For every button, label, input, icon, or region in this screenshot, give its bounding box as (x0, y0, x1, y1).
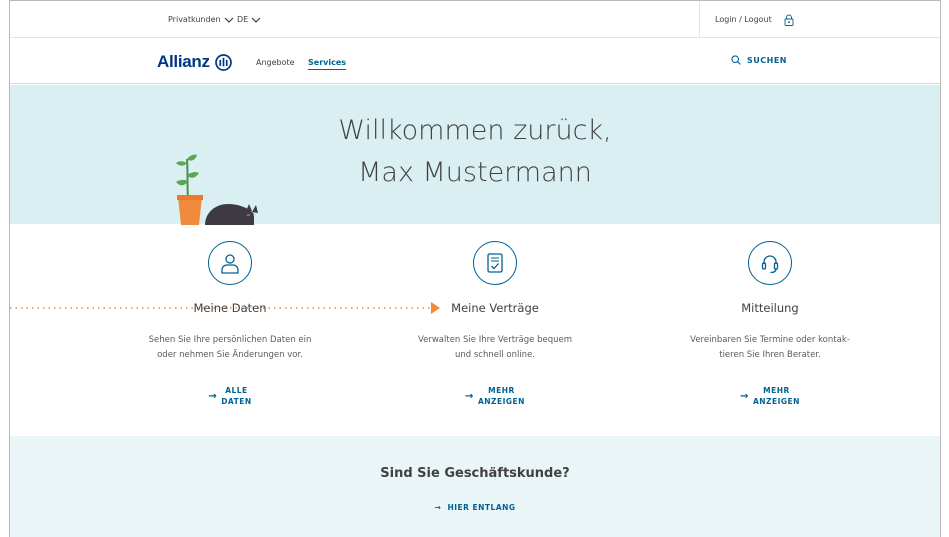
business-question: Sind Sie Geschäftskunde? (380, 466, 570, 481)
arrow-right-icon: → (740, 390, 749, 402)
cta-label-line: MEHR (763, 386, 790, 395)
nav-link-angebote[interactable]: Angebote (256, 58, 295, 67)
cta-label-line: ANZEIGEN (752, 397, 800, 406)
card-title: Meine Verträge (451, 301, 539, 315)
allianz-logo[interactable]: Allianz (157, 52, 232, 72)
welcome-hero: Willkommen zurück, Max Mustermann (10, 85, 940, 224)
cta-label-line: MEHR (488, 386, 515, 395)
search-button[interactable]: SUCHEN (731, 55, 787, 65)
business-customer-section: Sind Sie Geschäftskunde? → HIER ENTLANG (10, 436, 940, 537)
nav-link-services[interactable]: Services (308, 58, 347, 70)
mehr-anzeigen-link[interactable]: → MEHR ANZEIGEN (740, 385, 800, 407)
card-description: Verwalten Sie Ihre Verträge bequem und s… (365, 333, 625, 363)
chevron-down-icon (224, 17, 234, 23)
login-logout-link[interactable]: Login / Logout (699, 1, 794, 38)
search-label: SUCHEN (747, 55, 787, 65)
welcome-heading: Willkommen zurück, (338, 115, 612, 146)
card-description-line: Verwalten Sie Ihre Verträge bequem (417, 335, 573, 345)
cta-label: ALLE DATEN (221, 385, 251, 407)
headset-icon (748, 241, 792, 285)
arrow-right-icon: → (208, 390, 218, 402)
card-description-line: Sehen Sie Ihre persönlichen Daten ein (148, 335, 312, 345)
hier-entlang-label: HIER ENTLANG (447, 503, 516, 512)
customer-type-label: Privatkunden (168, 15, 221, 24)
card-mitteilung: Mitteilung Vereinbaren Sie Termine oder … (640, 241, 900, 407)
card-description-line: oder nehmen Sie Änderungen vor. (157, 350, 303, 360)
card-description-line: tieren Sie Ihren Berater. (719, 350, 821, 360)
cta-label: MEHR ANZEIGEN (753, 385, 800, 407)
card-title: Mitteilung (741, 301, 799, 315)
page-frame: Privatkunden DE Login / Logout Allianz A… (9, 0, 941, 537)
card-description: Vereinbaren Sie Termine oder kontak- tie… (640, 333, 900, 363)
login-label: Login / Logout (715, 15, 772, 24)
arrow-right-icon: → (434, 503, 448, 512)
arrow-right-icon: → (465, 390, 474, 402)
customer-type-select[interactable]: Privatkunden (168, 15, 234, 24)
card-title: Meine Daten (193, 301, 267, 315)
card-description-line: Vereinbaren Sie Termine oder kontak- (690, 335, 850, 345)
contract-icon (473, 241, 517, 285)
cta-label-line: DATEN (221, 397, 252, 406)
cta-label-line: ALLE (225, 386, 248, 395)
main-nav: Allianz Angebote Services SUCHEN (10, 39, 940, 84)
brand-name: Allianz (157, 52, 210, 71)
card-meine-vertraege: Meine Verträge Verwalten Sie Ihre Verträ… (365, 241, 625, 407)
top-bar: Privatkunden DE Login / Logout (10, 1, 940, 38)
search-icon (731, 55, 741, 65)
card-meine-daten: Meine Daten Sehen Sie Ihre persönlichen … (100, 241, 360, 407)
language-label: DE (237, 15, 249, 24)
chevron-down-icon (251, 17, 261, 23)
allianz-eagle-icon (214, 53, 232, 71)
alle-daten-link[interactable]: → ALLE DATEN (208, 385, 251, 407)
cta-label: MEHR ANZEIGEN (478, 385, 525, 407)
user-name-heading: Max Mustermann (358, 157, 592, 188)
card-description: Sehen Sie Ihre persönlichen Daten ein od… (100, 333, 360, 363)
lock-icon (784, 14, 794, 26)
hier-entlang-link[interactable]: → HIER ENTLANG (10, 503, 940, 512)
plant-cat-illustration (170, 154, 260, 231)
user-icon (208, 241, 252, 285)
cta-label-line: ANZEIGEN (477, 397, 525, 406)
language-select[interactable]: DE (237, 15, 261, 24)
card-description-line: und schnell online. (454, 350, 536, 360)
mehr-anzeigen-link[interactable]: → MEHR ANZEIGEN (465, 385, 525, 407)
